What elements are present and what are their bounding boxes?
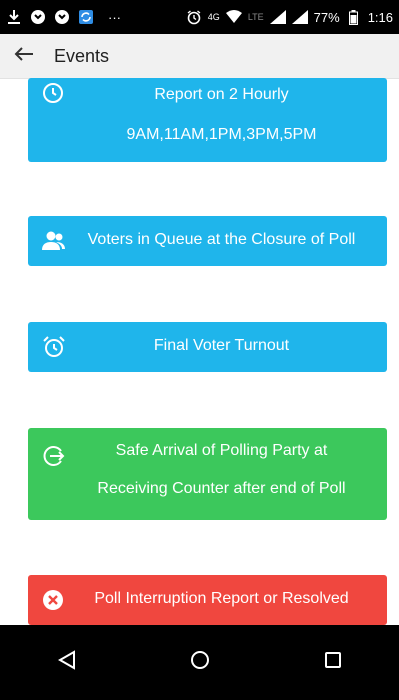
nav-recents-button[interactable] bbox=[313, 643, 353, 683]
poll-interruption-button[interactable]: Poll Interruption Report or Resolved bbox=[28, 575, 387, 625]
app-bar: Events bbox=[0, 34, 399, 79]
events-list: Report on 2 Hourly 9AM,11AM,1PM,3PM,5PM … bbox=[0, 78, 399, 625]
status-bar: ··· 4G LTE 77% 1:16 bbox=[0, 0, 399, 34]
lte-label: LTE bbox=[247, 12, 264, 22]
app-notification-icon bbox=[30, 9, 46, 25]
sync-icon bbox=[78, 9, 94, 25]
alarm-icon bbox=[42, 335, 66, 364]
network-4g-label: 4G bbox=[207, 12, 220, 22]
back-button[interactable] bbox=[8, 40, 40, 72]
people-icon bbox=[42, 230, 66, 257]
final-voter-turnout-button[interactable]: Final Voter Turnout bbox=[28, 322, 387, 372]
safe-arrival-button[interactable]: Safe Arrival of Polling Party at Receivi… bbox=[28, 428, 387, 520]
clock-time: 1:16 bbox=[367, 9, 393, 25]
alarm-status-icon bbox=[186, 9, 202, 25]
nav-home-button[interactable] bbox=[180, 643, 220, 683]
report-2-hourly-button[interactable]: Report on 2 Hourly 9AM,11AM,1PM,3PM,5PM bbox=[28, 78, 387, 162]
card-title: Poll Interruption Report or Resolved bbox=[94, 590, 349, 607]
card-title: Safe Arrival of Polling Party at bbox=[115, 442, 328, 459]
more-notifications: ··· bbox=[108, 9, 121, 25]
nav-back-button[interactable] bbox=[47, 643, 87, 683]
square-recents-icon bbox=[324, 651, 342, 674]
navigation-bar bbox=[0, 625, 399, 700]
arrow-left-icon bbox=[14, 46, 34, 67]
close-circle-icon bbox=[42, 589, 64, 616]
signal-icon bbox=[269, 9, 286, 25]
signal-icon bbox=[291, 9, 308, 25]
arrival-icon bbox=[42, 444, 66, 473]
download-icon bbox=[6, 9, 22, 25]
clock-icon bbox=[42, 82, 64, 109]
wifi-icon bbox=[225, 9, 242, 25]
page-title: Events bbox=[54, 45, 110, 66]
card-subtitle: Receiving Counter after end of Poll bbox=[97, 480, 346, 497]
battery-icon bbox=[346, 9, 362, 25]
circle-home-icon bbox=[190, 650, 210, 675]
card-title: Final Voter Turnout bbox=[153, 337, 290, 354]
battery-percent: 77% bbox=[313, 9, 340, 25]
triangle-back-icon bbox=[57, 650, 76, 675]
card-title: Voters in Queue at the Closure of Poll bbox=[87, 231, 356, 248]
card-title: Report on 2 Hourly bbox=[154, 86, 289, 103]
app-notification-icon bbox=[54, 9, 70, 25]
voters-in-queue-button[interactable]: Voters in Queue at the Closure of Poll bbox=[28, 216, 387, 266]
card-subtitle: 9AM,11AM,1PM,3PM,5PM bbox=[126, 126, 317, 143]
